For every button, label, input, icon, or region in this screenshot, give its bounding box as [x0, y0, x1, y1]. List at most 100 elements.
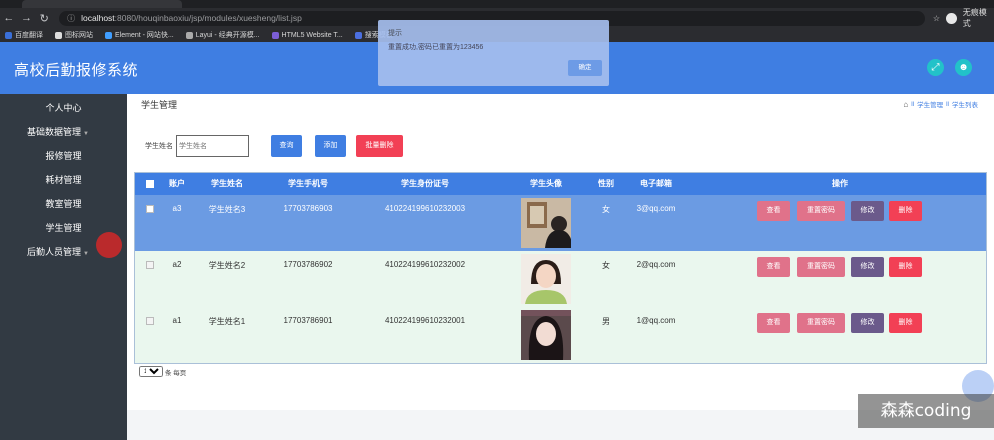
cell-phone: 17703786903	[283, 204, 333, 213]
table-row[interactable]: a1 学生姓名1 17703786901 410224199610232001 …	[135, 307, 986, 363]
bookmark-icon	[271, 31, 279, 39]
browser-tab[interactable]	[22, 0, 182, 8]
reset-password-button[interactable]: 重置密码	[797, 201, 845, 221]
cell-email: 1@qq.com	[636, 316, 676, 325]
back-icon[interactable]: ←	[0, 12, 18, 24]
bookmark-item[interactable]: 百度翻译	[5, 30, 43, 40]
cell-phone: 17703786901	[283, 316, 333, 325]
forward-icon[interactable]: →	[18, 12, 36, 24]
page-size-select[interactable]: 10	[139, 366, 163, 377]
cell-account: a2	[172, 260, 182, 269]
sidebar-item-personal-center[interactable]: 个人中心	[0, 98, 127, 118]
column-header: 操作	[832, 179, 848, 188]
pagination: 10 条 每页	[139, 366, 186, 377]
column-header: 性别	[598, 179, 614, 188]
browser-tab-strip	[0, 0, 994, 8]
cell-gender: 女	[602, 261, 610, 270]
breadcrumb: ⌂ ll 学生管理 ll 学生列表	[903, 99, 978, 110]
sidebar-item-classroom[interactable]: 教室管理	[0, 194, 127, 214]
edit-button[interactable]: 修改	[851, 313, 884, 333]
breadcrumb-item: 学生列表	[952, 102, 978, 109]
row-checkbox[interactable]	[146, 317, 154, 325]
bookmark-item[interactable]: Element - 网站快...	[105, 30, 174, 40]
edit-button[interactable]: 修改	[851, 257, 884, 277]
notification-popup: 提示 重置成功,密码已重置为123456 确定	[378, 20, 609, 86]
delete-button[interactable]: 删除	[889, 313, 922, 333]
popup-message: 重置成功,密码已重置为123456	[388, 44, 484, 51]
page-size-suffix: 条 每页	[165, 369, 187, 377]
profile-label[interactable]: 无痕模式	[963, 7, 994, 29]
bookmark-icon	[105, 31, 112, 39]
delete-button[interactable]: 删除	[889, 201, 922, 221]
query-button[interactable]: 查询	[271, 135, 302, 157]
popup-ok-button[interactable]: 确定	[568, 60, 602, 76]
chevron-down-icon: ▼	[83, 251, 89, 257]
search-label: 学生姓名	[145, 143, 173, 150]
url-host: localhost	[81, 13, 115, 23]
add-button[interactable]: 添加	[315, 135, 346, 157]
select-all-checkbox[interactable]	[146, 180, 154, 188]
edit-button[interactable]: 修改	[851, 201, 884, 221]
home-icon[interactable]: ⌂	[903, 100, 908, 109]
row-checkbox[interactable]	[146, 261, 154, 269]
reload-icon[interactable]: ↻	[35, 12, 53, 25]
cell-gender: 男	[602, 317, 610, 326]
column-header: 账户	[169, 179, 185, 188]
student-avatar	[521, 198, 571, 248]
expand-icon[interactable]: ⤢	[927, 59, 944, 76]
student-avatar	[521, 254, 571, 304]
table-header: 账户 学生姓名 学生手机号 学生身份证号 学生头像 性别 电子邮箱 操作	[135, 173, 986, 195]
search-row: 学生姓名	[145, 135, 249, 157]
chevron-down-icon: ▼	[83, 131, 89, 137]
cell-phone: 17703786902	[283, 260, 333, 269]
bookmark-item[interactable]: HTML5 Website T...	[271, 31, 343, 39]
table-row[interactable]: a3 学生姓名3 17703786903 410224199610232003 …	[135, 195, 986, 251]
column-header: 电子邮箱	[640, 179, 672, 188]
student-avatar	[521, 310, 571, 360]
bookmark-icon	[185, 31, 193, 39]
popup-title: 提示	[388, 30, 402, 37]
main-area: 学生管理 ⌂ ll 学生管理 ll 学生列表 学生姓名 查询 添加 批量删除 账…	[127, 94, 994, 440]
sidebar-item-basic-data[interactable]: 基础数据管理 ▼	[0, 122, 127, 142]
view-button[interactable]: 查看	[757, 257, 790, 277]
table-row[interactable]: a2 学生姓名2 17703786902 410224199610232002 …	[135, 251, 986, 307]
bookmark-icon	[354, 31, 362, 39]
sidebar-item-repair[interactable]: 报修管理	[0, 146, 127, 166]
breadcrumb-item[interactable]: 学生管理	[917, 99, 943, 109]
view-button[interactable]: 查看	[757, 201, 790, 221]
cell-account: a1	[172, 316, 182, 325]
delete-button[interactable]: 删除	[889, 257, 922, 277]
student-table: 账户 学生姓名 学生手机号 学生身份证号 学生头像 性别 电子邮箱 操作 a3 …	[134, 172, 987, 364]
cell-account: a3	[172, 204, 182, 213]
cursor-highlight	[96, 232, 122, 258]
bookmark-item[interactable]: 图标网站	[55, 30, 93, 40]
row-checkbox[interactable]	[146, 205, 154, 213]
user-icon[interactable]: ☻	[955, 59, 972, 76]
cell-gender: 女	[602, 205, 610, 214]
view-button[interactable]: 查看	[757, 313, 790, 333]
cell-id-card: 410224199610232003	[384, 204, 466, 213]
reset-password-button[interactable]: 重置密码	[797, 313, 845, 333]
cell-name: 学生姓名3	[208, 205, 246, 214]
bookmark-item[interactable]: Layui - 经典开源模...	[185, 30, 260, 40]
watermark: 森森coding	[858, 394, 994, 428]
search-input[interactable]	[176, 135, 249, 157]
url-path: :8080/houqinbaoxiu/jsp/modules/xuesheng/…	[114, 13, 302, 23]
app-title: 高校后勤报修系统	[14, 62, 139, 79]
cell-id-card: 410224199610232002	[384, 260, 466, 269]
star-icon[interactable]: ☆	[933, 14, 940, 23]
cell-email: 2@qq.com	[636, 260, 676, 269]
batch-delete-button[interactable]: 批量删除	[356, 135, 403, 157]
page-title: 学生管理	[141, 100, 178, 110]
profile-avatar[interactable]	[946, 12, 957, 24]
column-header: 学生头像	[530, 179, 562, 188]
bookmark-icon	[55, 31, 62, 39]
cell-id-card: 410224199610232001	[384, 316, 466, 325]
sidebar-item-consumables[interactable]: 耗材管理	[0, 170, 127, 190]
content-panel: 学生管理 ⌂ ll 学生管理 ll 学生列表 学生姓名 查询 添加 批量删除 账…	[127, 94, 994, 410]
cell-name: 学生姓名2	[208, 261, 246, 270]
sidebar: 个人中心 基础数据管理 ▼ 报修管理 耗材管理 教室管理 学生管理 后勤人员管理 ▼	[0, 94, 127, 440]
cell-email: 3@qq.com	[636, 204, 676, 213]
column-header: 学生身份证号	[401, 179, 449, 188]
reset-password-button[interactable]: 重置密码	[797, 257, 845, 277]
